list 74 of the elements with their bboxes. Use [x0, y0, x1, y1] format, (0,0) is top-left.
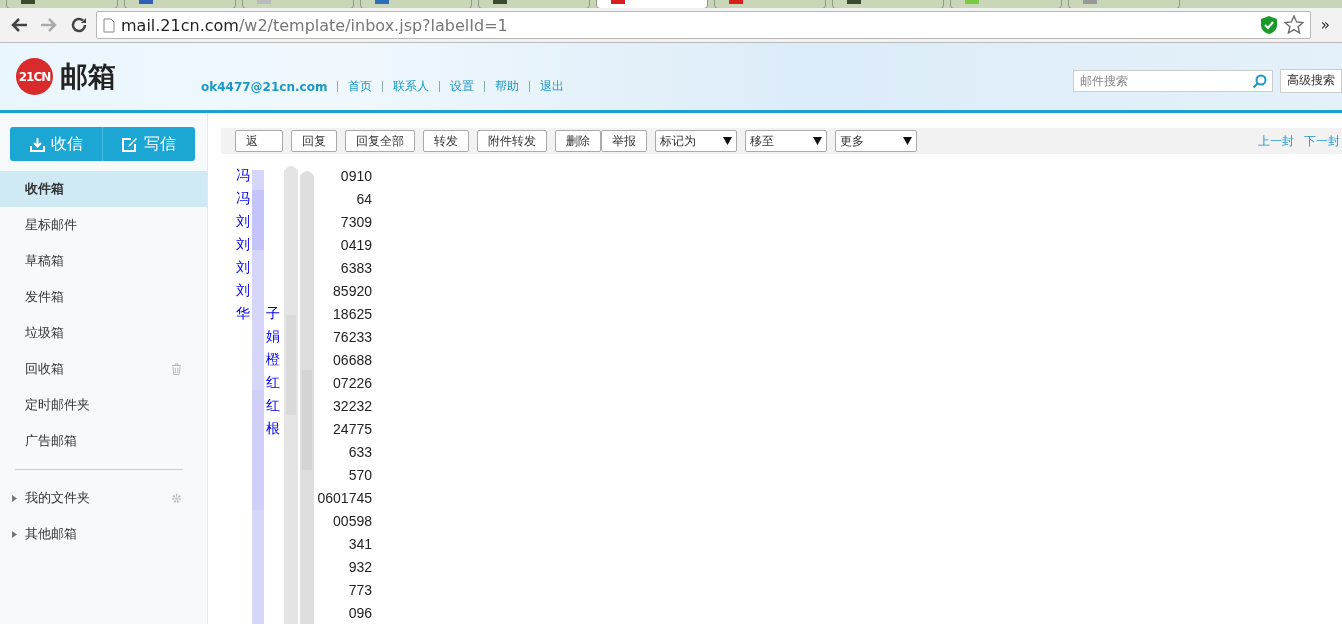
folder-item[interactable]: 垃圾箱 [0, 315, 207, 351]
phone-number: 07226 [333, 374, 372, 391]
toolbar-button[interactable]: 附件转发 [477, 130, 547, 152]
phone-number: 932 [348, 558, 372, 575]
download-icon [29, 136, 45, 152]
contact-name[interactable]: 冯 [236, 189, 250, 206]
folder-item[interactable]: 草稿箱 [0, 243, 207, 279]
logo-badge: 21CN [16, 58, 53, 95]
caret-icon [723, 137, 732, 145]
star-icon[interactable] [1283, 15, 1304, 35]
phone-number: 00598 [333, 512, 372, 529]
dropdown-select[interactable]: 移至 [745, 130, 827, 152]
collapsed-arrow-icon[interactable] [12, 530, 17, 538]
phone-number: 18625 [333, 305, 372, 322]
phone-number: 096 [348, 604, 372, 621]
dropdown-select[interactable]: 标记为 [655, 130, 737, 152]
folder-item[interactable]: 发件箱 [0, 279, 207, 315]
forward-arrow-icon[interactable] [40, 17, 58, 33]
collapsed-arrow-icon[interactable] [12, 494, 17, 502]
overflow-chevron[interactable]: » [1314, 16, 1336, 34]
folder-item[interactable]: 回收箱 [0, 351, 207, 387]
toolbar-button[interactable]: 回复 [291, 130, 337, 152]
phone-number: 0910 [340, 167, 372, 184]
mail-search-field[interactable]: 邮件搜索 [1073, 69, 1273, 92]
phone-number: 633 [348, 443, 372, 460]
toolbar-button[interactable]: 删除 [555, 130, 601, 152]
contact-name[interactable]: 子 [266, 304, 280, 321]
back-arrow-icon[interactable] [10, 17, 28, 33]
folder-item[interactable]: 收件箱 [0, 171, 207, 207]
logo-text: 邮箱 [60, 58, 116, 95]
phone-number: 6383 [340, 259, 372, 276]
toolbar-button[interactable]: 返 [235, 130, 283, 152]
phone-number: 7309 [340, 213, 372, 230]
page-icon [103, 17, 115, 33]
contact-name[interactable]: 红 [266, 373, 280, 390]
phone-number: 570 [348, 466, 372, 483]
folder-item[interactable]: 定时邮件夹 [0, 387, 207, 423]
caret-icon [903, 137, 912, 145]
contact-name[interactable]: 华 [236, 304, 250, 321]
phone-number: 06688 [333, 351, 372, 368]
toolbar-button[interactable]: 回复全部 [345, 130, 415, 152]
reload-icon[interactable] [70, 16, 88, 34]
contact-name[interactable]: 冯 [236, 166, 250, 183]
contact-name[interactable]: 根 [266, 419, 280, 436]
advanced-search-button[interactable]: 高级搜索 [1280, 68, 1342, 93]
contact-name[interactable]: 刘 [236, 212, 250, 229]
phone-number: 76233 [333, 328, 372, 345]
dropdown-select[interactable]: 更多 [835, 130, 917, 152]
phone-number: 0419 [340, 236, 372, 253]
toolbar-button[interactable]: 举报 [601, 130, 647, 152]
phone-number: 85920 [333, 282, 372, 299]
phone-number: 0601745 [317, 489, 372, 506]
folder-item[interactable]: 星标邮件 [0, 207, 207, 243]
toolbar-button[interactable]: 转发 [423, 130, 469, 152]
contact-name[interactable]: 刘 [236, 235, 250, 252]
caret-icon [813, 137, 822, 145]
contact-name[interactable]: 娟 [266, 327, 280, 344]
edit-icon [122, 136, 138, 152]
folder-group-label[interactable]: 我的文件夹 [25, 489, 163, 507]
phone-number: 24775 [333, 420, 372, 437]
folder-item[interactable]: 广告邮箱 [0, 423, 207, 459]
search-icon[interactable] [1252, 73, 1267, 89]
phone-number: 32232 [333, 397, 372, 414]
contact-name[interactable]: 刘 [236, 281, 250, 298]
phone-number: 341 [348, 535, 372, 552]
phone-number: 64 [356, 190, 372, 207]
contact-name[interactable]: 红 [266, 396, 280, 413]
url-text: mail.21cn.com/w2/template/inbox.jsp?labelId=1 [121, 15, 509, 35]
contact-name[interactable]: 橙 [266, 350, 280, 367]
address-bar[interactable]: mail.21cn.com/w2/template/inbox.jsp?labelId=1 [96, 11, 1311, 39]
folder-group-label[interactable]: 其他邮箱 [25, 525, 182, 543]
phone-number: 773 [348, 581, 372, 598]
contact-name[interactable]: 刘 [236, 258, 250, 275]
shield-icon[interactable] [1259, 15, 1278, 35]
